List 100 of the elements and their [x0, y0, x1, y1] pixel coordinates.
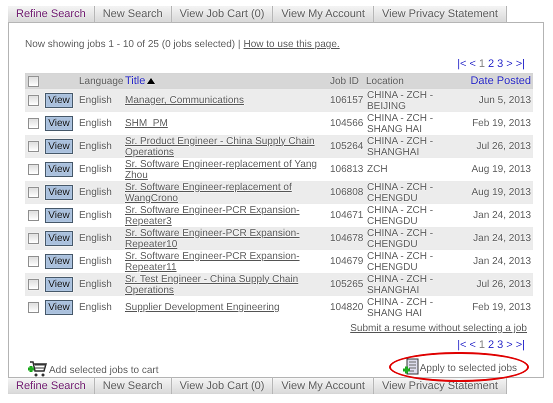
- job-title-link[interactable]: Sr. Software Engineer-PCR Expansion-Repeater10: [125, 228, 326, 250]
- checkbox[interactable]: [28, 233, 39, 244]
- tab[interactable]: View Job Cart (0): [172, 6, 274, 22]
- tab[interactable]: Refine Search: [8, 6, 95, 22]
- job-title-link[interactable]: Sr. Software Engineer-replacement of WangCrono: [125, 182, 326, 204]
- checkbox[interactable]: [28, 210, 39, 221]
- table-cell-text: Jul 26, 2013: [476, 279, 532, 290]
- table-cell-text: ZCH: [366, 164, 389, 175]
- results-summary: Now showing jobs 1 - 10 of 25 (0 jobs selected) |: [25, 38, 240, 52]
- tab[interactable]: View Job Cart (0): [172, 378, 274, 394]
- table-cell-text: 106157: [330, 95, 364, 106]
- tab[interactable]: View My Account: [273, 6, 374, 22]
- table-cell-text: CHINA - ZCH - CHENGDU: [366, 204, 434, 226]
- checkbox[interactable]: [28, 76, 39, 87]
- checkbox[interactable]: [28, 187, 39, 198]
- table-cell-text: English: [79, 210, 113, 221]
- page-link[interactable]: <: [469, 57, 476, 71]
- table-cell-text: CHINA - ZCH - CHENGDU: [366, 228, 434, 250]
- column-header[interactable]: Title: [125, 73, 146, 90]
- page-link[interactable]: 1: [478, 57, 486, 71]
- table-cell-text: Jan 24, 2013: [472, 210, 532, 221]
- job-title-link[interactable]: Manager, Communications: [125, 95, 326, 106]
- table-cell-text: English: [79, 164, 113, 175]
- table-cell-text: English: [79, 95, 113, 106]
- page-link[interactable]: >: [506, 57, 513, 71]
- tab[interactable]: Refine Search: [8, 378, 95, 394]
- add-to-cart-icon[interactable]: [27, 360, 47, 378]
- table-cell-text: 106813: [330, 164, 364, 175]
- column-header: Job ID: [330, 74, 359, 89]
- table-cell-text: Feb 19, 2013: [471, 118, 532, 129]
- view-button[interactable]: View: [45, 254, 73, 269]
- view-button[interactable]: View: [45, 93, 73, 108]
- view-button[interactable]: View: [45, 300, 73, 315]
- table-cell-text: 104678: [330, 233, 364, 244]
- apply-link[interactable]: Apply to selected jobs: [420, 361, 517, 376]
- checkbox[interactable]: [28, 279, 39, 290]
- checkbox[interactable]: [28, 118, 39, 129]
- checkbox[interactable]: [28, 141, 39, 152]
- page-link[interactable]: >|: [516, 338, 525, 352]
- view-button[interactable]: View: [45, 208, 73, 223]
- page-link[interactable]: |<: [457, 338, 466, 352]
- table-cell-text: 104679: [330, 256, 364, 267]
- table-cell-text: English: [79, 233, 113, 244]
- column-header[interactable]: Date Posted: [470, 73, 531, 90]
- page-link[interactable]: 3: [497, 338, 504, 352]
- job-title-link[interactable]: SHM_PM: [125, 118, 326, 129]
- tab[interactable]: New Search: [94, 6, 172, 22]
- help-link[interactable]: How to use this page.: [244, 37, 340, 52]
- table-cell-text: 106808: [330, 187, 364, 198]
- job-title-link[interactable]: Sr. Software Engineer-replacement of Yang Zhou: [125, 158, 326, 180]
- view-button[interactable]: View: [45, 162, 73, 177]
- view-button[interactable]: View: [45, 139, 73, 154]
- table-cell-text: CHINA - ZCH - SHANGHAI: [366, 274, 434, 296]
- table-cell-text: Jun 5, 2013: [478, 95, 532, 106]
- table-cell-text: English: [79, 302, 113, 313]
- tab[interactable]: View My Account: [273, 378, 374, 394]
- view-button[interactable]: View: [45, 185, 73, 200]
- table-cell-text: English: [79, 187, 113, 198]
- table-cell-text: Jan 24, 2013: [472, 256, 532, 267]
- page-link[interactable]: |<: [457, 57, 466, 71]
- apply-document-icon[interactable]: [402, 358, 419, 376]
- table-cell-text: English: [79, 256, 113, 267]
- job-title-link[interactable]: Sr. Software Engineer-PCR Expansion-Repeater3: [125, 204, 326, 226]
- add-to-cart-link[interactable]: Add selected jobs to cart: [49, 363, 159, 378]
- table-cell-text: 105264: [330, 141, 364, 152]
- page-link[interactable]: 2: [488, 338, 494, 352]
- tab[interactable]: New Search: [94, 378, 172, 394]
- view-button[interactable]: View: [45, 277, 73, 292]
- page-link[interactable]: 1: [478, 338, 486, 352]
- table-cell-text: Aug 19, 2013: [470, 187, 532, 198]
- page-link[interactable]: 3: [497, 57, 504, 71]
- job-title-link[interactable]: Supplier Development Engineering: [125, 302, 326, 313]
- page-link[interactable]: >: [506, 338, 513, 352]
- table-cell-text: CHINA - ZCH - CHENGDU: [366, 182, 434, 204]
- table-cell-text: CHINA - ZCH - SHANG HAI: [366, 296, 434, 318]
- tab[interactable]: View Privacy Statement: [374, 378, 507, 394]
- table-cell-text: 104671: [330, 210, 364, 221]
- checkbox[interactable]: [28, 302, 39, 313]
- table-cell-text: Jul 26, 2013: [476, 141, 532, 152]
- table-cell-text: Feb 19, 2013: [471, 302, 532, 313]
- column-header: Language: [79, 74, 124, 89]
- column-header: Location: [366, 74, 404, 89]
- job-title-link[interactable]: Sr. Product Engineer - China Supply Chain Operations: [125, 136, 326, 158]
- tab[interactable]: View Privacy Statement: [374, 6, 507, 22]
- table-cell-text: English: [79, 279, 113, 290]
- job-title-link[interactable]: Sr. Software Engineer-PCR Expansion-Repeater11: [125, 250, 326, 272]
- page-link[interactable]: 2: [488, 57, 494, 71]
- view-button[interactable]: View: [45, 116, 73, 131]
- page-link[interactable]: >|: [516, 57, 525, 71]
- table-cell-text: English: [79, 141, 113, 152]
- checkbox[interactable]: [28, 164, 39, 175]
- job-title-link[interactable]: Sr. Test Engineer - China Supply Chain Operations: [125, 274, 326, 296]
- checkbox[interactable]: [28, 95, 39, 106]
- page-link[interactable]: <: [469, 338, 476, 352]
- submit-resume-link[interactable]: Submit a resume without selecting a job: [350, 321, 527, 336]
- table-cell-text: 105265: [330, 279, 364, 290]
- table-cell-text: CHINA - ZCH - SHANGHAI: [366, 136, 434, 158]
- checkbox[interactable]: [28, 256, 39, 267]
- view-button[interactable]: View: [45, 231, 73, 246]
- table-cell-text: Jan 24, 2013: [472, 233, 532, 244]
